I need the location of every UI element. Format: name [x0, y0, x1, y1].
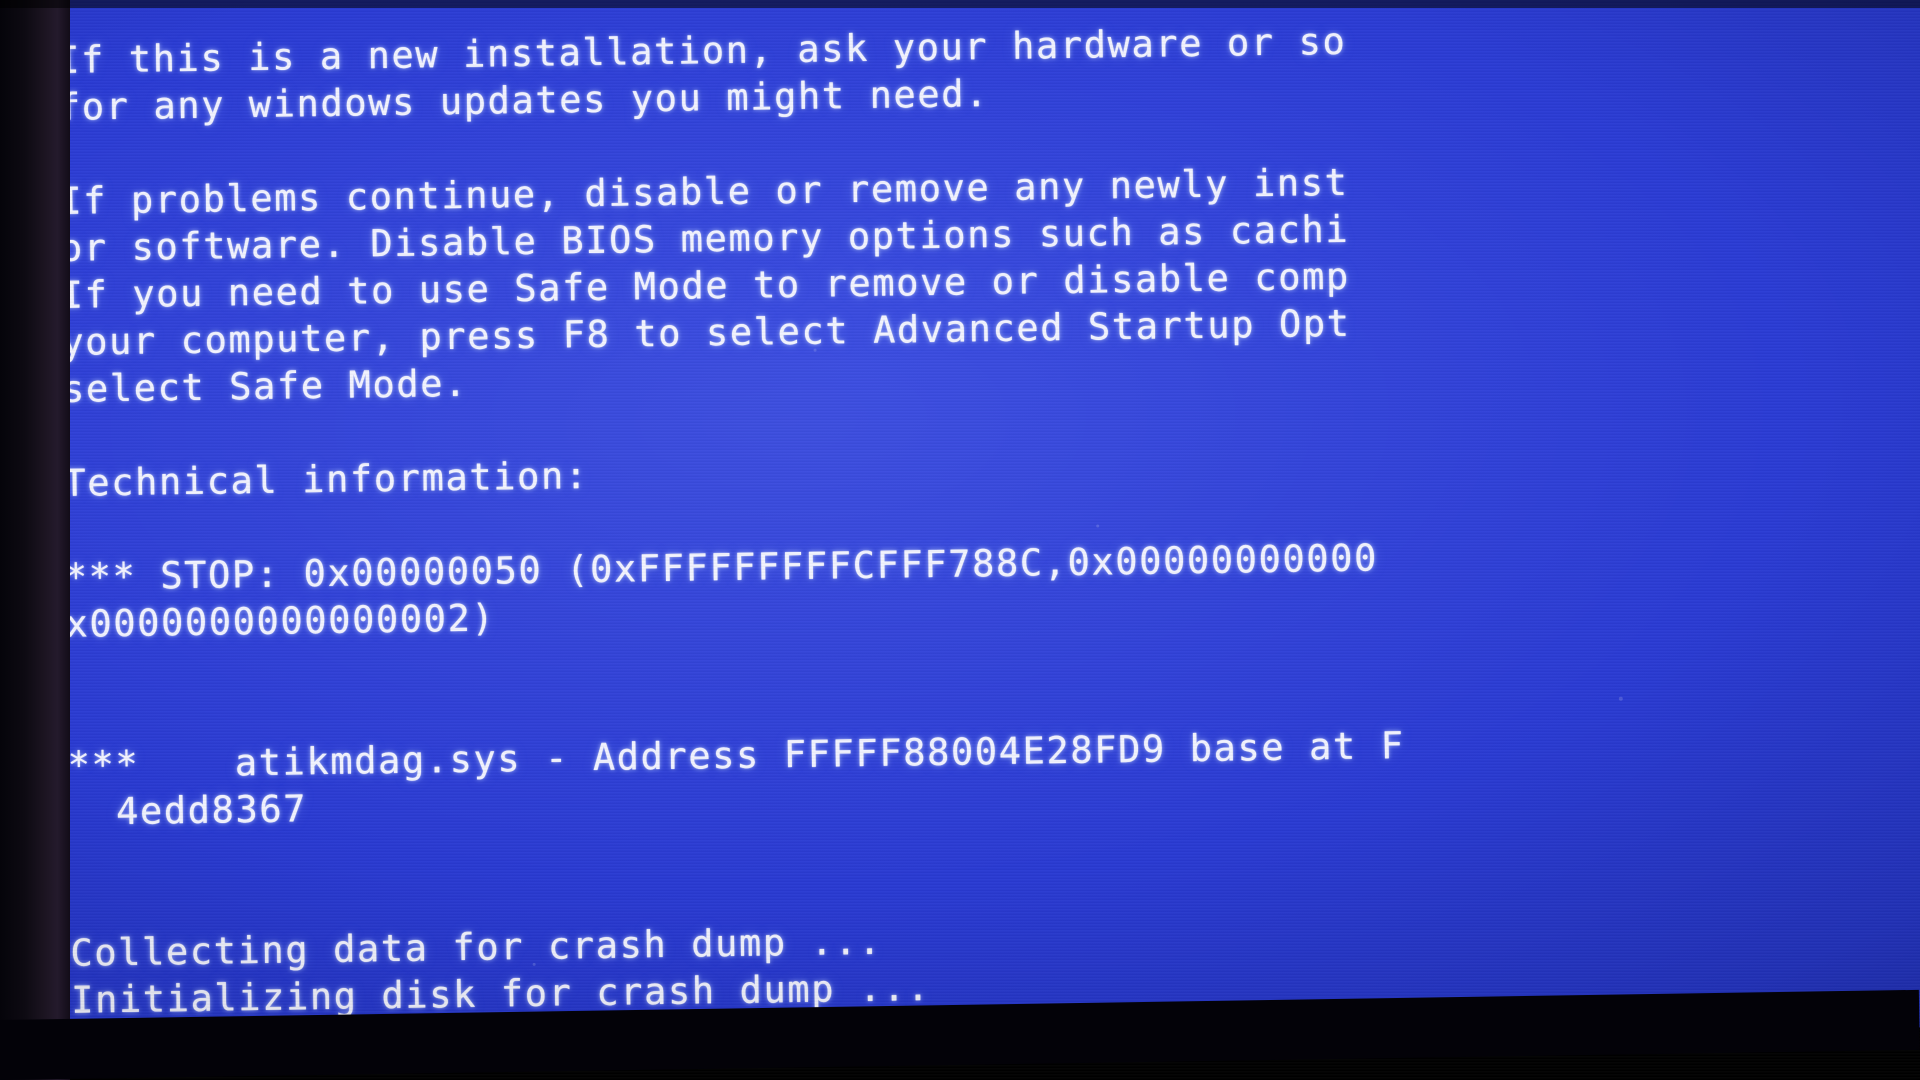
bugcheck-text-block: If this is a new installation, ask your … [56, 0, 1920, 1055]
dust-speck [813, 348, 817, 352]
dust-speck [1096, 524, 1100, 528]
monitor-bezel-top-shadow [0, 0, 1920, 8]
photo-frame: If this is a new installation, ask your … [0, 0, 1920, 1080]
monitor-bezel-left [0, 0, 70, 1080]
dust-speck [1618, 696, 1623, 701]
monitor-screen: If this is a new installation, ask your … [48, 0, 1920, 1055]
dust-speck [532, 962, 536, 966]
bugcheck-text: If this is a new installation, ask your … [57, 9, 1920, 1055]
